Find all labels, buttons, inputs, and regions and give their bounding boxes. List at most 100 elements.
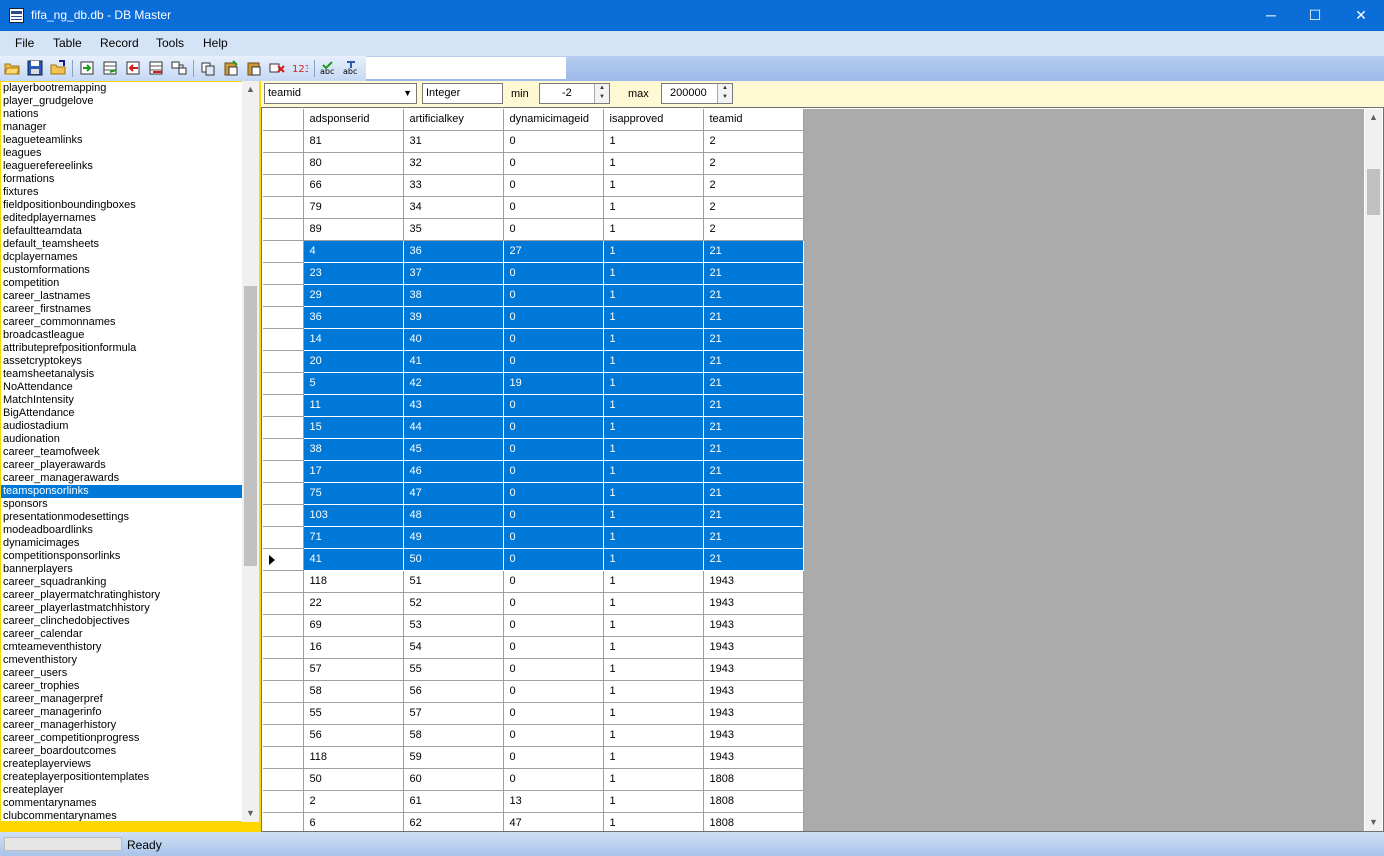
table-cell[interactable]: 0 [503,658,604,681]
table-cell[interactable]: 21 [703,548,804,571]
row-header[interactable] [263,196,304,219]
table-list[interactable]: playerbootremapping player_grudgelove nati… [1,82,242,821]
table-row[interactable]: 4 36 27 1 21 [263,240,804,263]
row-header[interactable] [263,702,304,725]
table-cell[interactable]: 1 [603,482,704,505]
table-cell[interactable]: 0 [503,328,604,351]
table-cell[interactable]: 0 [503,570,604,593]
table-cell[interactable]: 16 [303,636,404,659]
table-cell[interactable]: 71 [303,526,404,549]
table-row[interactable]: 55 57 0 1 1943 [263,702,804,725]
table-cell[interactable]: 21 [703,284,804,307]
table-cell[interactable]: 21 [703,350,804,373]
row-header[interactable] [263,548,304,571]
table-cell[interactable]: 21 [703,504,804,527]
table-list-item[interactable]: cmteameventhistory [1,641,242,654]
table-list-item[interactable]: player_grudgelove [1,95,242,108]
table-cell[interactable]: 1 [603,724,704,747]
table-list-item[interactable]: broadcastleague [1,329,242,342]
row-header[interactable] [263,262,304,285]
table-cell[interactable]: 21 [703,372,804,395]
row-header[interactable] [263,306,304,329]
table-cell[interactable]: 41 [403,350,504,373]
table-cell[interactable]: 47 [503,812,604,831]
table-list-item[interactable]: formations [1,173,242,186]
table-list-item[interactable]: defaultteamdata [1,225,242,238]
table-cell[interactable]: 81 [303,130,404,153]
row-header[interactable] [263,394,304,417]
table-list-item[interactable]: career_boardoutcomes [1,745,242,758]
table-row[interactable]: 22 52 0 1 1943 [263,592,804,615]
table-cell[interactable]: 0 [503,394,604,417]
table-list-item[interactable]: leaguerefereelinks [1,160,242,173]
table-row[interactable]: 36 39 0 1 21 [263,306,804,329]
table-cell[interactable]: 0 [503,218,604,241]
row-header[interactable] [263,812,304,831]
table-cell[interactable]: 0 [503,306,604,329]
table-cell[interactable]: 69 [303,614,404,637]
table-cell[interactable]: 0 [503,460,604,483]
scroll-up-icon[interactable]: ▲ [1365,109,1382,126]
row-header[interactable] [263,636,304,659]
table-list-item[interactable]: teamsheetanalysis [1,368,242,381]
table-list-item[interactable]: career_commonnames [1,316,242,329]
table-cell[interactable]: 61 [403,790,504,813]
table-list-item[interactable]: audiostadium [1,420,242,433]
table-cell[interactable]: 34 [403,196,504,219]
row-header[interactable] [263,284,304,307]
table-list-item[interactable]: commentarynames [1,797,242,810]
table-cell[interactable]: 21 [703,438,804,461]
row-header[interactable] [263,130,304,153]
table-row[interactable]: 79 34 0 1 2 [263,196,804,219]
row-header[interactable] [263,328,304,351]
scroll-thumb[interactable] [244,286,257,566]
table-list-item[interactable]: presentationmodesettings [1,511,242,524]
table-cell[interactable]: 1943 [703,702,804,725]
table-row[interactable]: 75 47 0 1 21 [263,482,804,505]
column-header[interactable]: artificialkey [403,109,504,131]
table-cell[interactable]: 15 [303,416,404,439]
table-list-item[interactable]: career_playerawards [1,459,242,472]
delete-table-icon[interactable] [148,60,164,76]
row-header[interactable] [263,240,304,263]
table-cell[interactable]: 118 [303,570,404,593]
table-row[interactable]: 29 38 0 1 21 [263,284,804,307]
table-cell[interactable]: 33 [403,174,504,197]
scroll-down-icon[interactable]: ▼ [1365,814,1382,831]
maximize-button[interactable]: ☐ [1292,0,1338,31]
row-header[interactable] [263,416,304,439]
table-cell[interactable]: 1 [603,130,704,153]
table-row[interactable]: 89 35 0 1 2 [263,218,804,241]
table-row[interactable]: 16 54 0 1 1943 [263,636,804,659]
table-cell[interactable]: 32 [403,152,504,175]
menu-file[interactable]: File [15,36,34,50]
table-cell[interactable]: 36 [403,240,504,263]
table-cell[interactable]: 1943 [703,592,804,615]
table-cell[interactable]: 0 [503,526,604,549]
table-cell[interactable]: 1 [603,394,704,417]
table-list-item[interactable]: teamsponsorlinks [1,485,242,498]
table-cell[interactable]: 54 [403,636,504,659]
spin-arrows-icon[interactable]: ▲ ▼ [594,84,609,103]
table-cell[interactable]: 1 [603,438,704,461]
row-header[interactable] [263,614,304,637]
row-header[interactable] [263,592,304,615]
table-cell[interactable]: 21 [703,306,804,329]
table-cell[interactable]: 0 [503,746,604,769]
table-cell[interactable]: 42 [403,372,504,395]
table-cell[interactable]: 1 [603,262,704,285]
table-cell[interactable]: 21 [703,262,804,285]
table-cell[interactable]: 47 [403,482,504,505]
table-row[interactable]: 17 46 0 1 21 [263,460,804,483]
table-cell[interactable]: 0 [503,196,604,219]
table-cell[interactable]: 1 [603,636,704,659]
column-header[interactable]: adsponserid [303,109,404,131]
table-cell[interactable]: 0 [503,768,604,791]
table-list-item[interactable]: nations [1,108,242,121]
table-cell[interactable]: 14 [303,328,404,351]
table-cell[interactable]: 0 [503,614,604,637]
table-cell[interactable]: 1 [603,504,704,527]
table-list-item[interactable]: createplayer [1,784,242,797]
table-cell[interactable]: 1 [603,614,704,637]
table-cell[interactable]: 1 [603,240,704,263]
